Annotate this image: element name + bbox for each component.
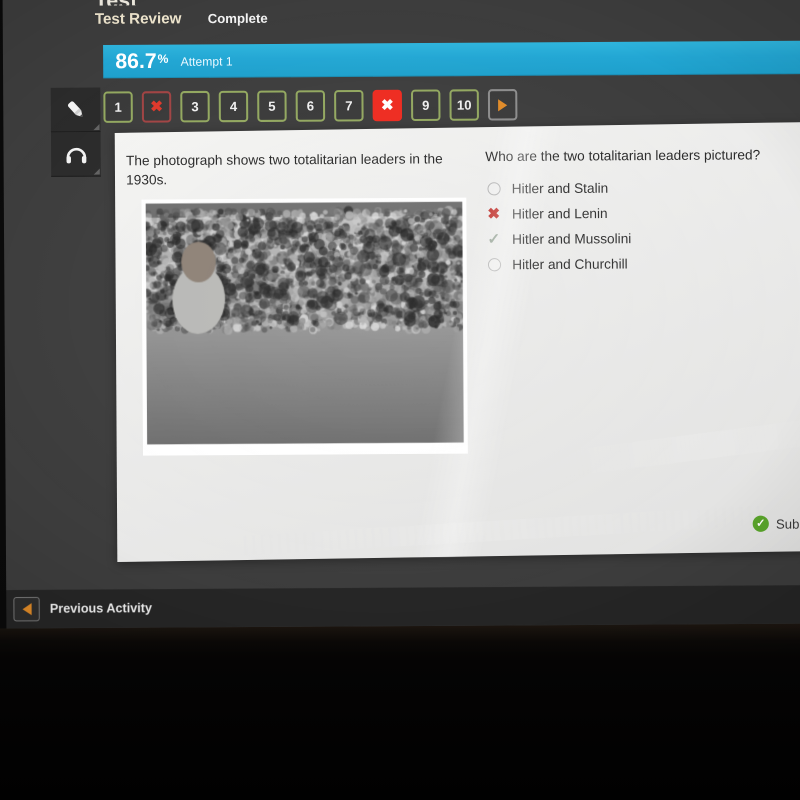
- question-content-card: The photograph shows two totalitarian le…: [114, 122, 800, 563]
- green-check-circle-icon: ✓: [752, 515, 769, 532]
- qnav-button-4[interactable]: 4: [218, 90, 249, 123]
- answer-option-label: Hitler and Lenin: [511, 205, 608, 222]
- qnav-label: 5: [268, 98, 276, 114]
- qnav-button-2[interactable]: ✖: [141, 91, 172, 123]
- submit-label: Subm: [775, 515, 800, 532]
- photo-of-screen-frame: Test Test Review Complete 86.7 % Attempt…: [0, 0, 800, 800]
- qnav-button-5[interactable]: 5: [257, 90, 287, 122]
- radio-empty-icon: [485, 181, 501, 197]
- page-title: Test: [95, 0, 800, 6]
- qnav-button-8-current[interactable]: ✖: [372, 89, 403, 122]
- x-icon: ✖: [380, 96, 394, 115]
- annotation-tool-button[interactable]: [50, 87, 101, 133]
- test-review-label: Test Review: [94, 10, 182, 28]
- monitor-screen: Test Test Review Complete 86.7 % Attempt…: [0, 0, 800, 629]
- answer-option-3-correct[interactable]: ✓ Hitler and Mussolini: [486, 225, 795, 252]
- score-value: 86.7: [115, 49, 157, 74]
- triangle-right-icon: [498, 98, 508, 111]
- answer-option-2-selected-wrong[interactable]: ✖ Hitler and Lenin: [486, 200, 795, 227]
- x-icon: ✖: [150, 98, 163, 116]
- page-header: Test Test Review Complete: [95, 0, 800, 28]
- answer-option-label: Hitler and Churchill: [512, 256, 628, 273]
- bottom-activity-bar: Previous Activity: [0, 585, 800, 629]
- headphones-icon: [63, 141, 89, 167]
- previous-activity-label: Previous Activity: [49, 601, 153, 617]
- qnav-button-7[interactable]: 7: [334, 89, 364, 122]
- tool-rail: [50, 87, 101, 177]
- radio-empty-icon: [486, 257, 502, 273]
- answer-option-label: Hitler and Mussolini: [512, 231, 632, 247]
- qnav-label: 4: [229, 98, 238, 115]
- qnav-label: 3: [191, 99, 199, 115]
- qnav-button-9[interactable]: 9: [410, 89, 441, 122]
- answer-option-label: Hitler and Stalin: [511, 180, 609, 197]
- answers-column: Who are the two totalitarian leaders pic…: [485, 145, 794, 277]
- question-navigation: 1 ✖ 3 4 5 6 7 ✖ 9 10: [103, 89, 518, 123]
- question-column: The photograph shows two totalitarian le…: [126, 149, 477, 456]
- submit-status[interactable]: ✓ Subm: [752, 515, 800, 532]
- qnav-label: 9: [422, 97, 430, 113]
- status-badge: Complete: [207, 10, 268, 27]
- qnav-button-6[interactable]: 6: [295, 90, 326, 122]
- x-mark-icon: ✖: [487, 205, 501, 223]
- qnav-label: 10: [456, 97, 472, 113]
- attempt-score-bar[interactable]: 86.7 % Attempt 1: [103, 40, 800, 79]
- qnav-button-3[interactable]: 3: [180, 90, 210, 123]
- triangle-left-icon: [21, 603, 32, 616]
- score-percent-symbol: %: [157, 51, 169, 66]
- qnav-button-1[interactable]: 1: [103, 91, 133, 123]
- audio-tool-button[interactable]: [50, 132, 101, 177]
- pencil-highlighter-icon: [62, 96, 88, 122]
- qnav-button-10[interactable]: 10: [449, 89, 479, 121]
- previous-activity-button[interactable]: [13, 596, 40, 622]
- answer-option-4[interactable]: Hitler and Churchill: [486, 250, 795, 277]
- photograph-canvas: [145, 201, 464, 445]
- attempt-label: Attempt 1: [180, 53, 233, 69]
- qnav-label: 7: [345, 98, 353, 114]
- question-photograph: [141, 197, 468, 456]
- question-prompt: The photograph shows two totalitarian le…: [125, 151, 443, 188]
- answer-option-1[interactable]: Hitler and Stalin: [485, 174, 794, 201]
- qnav-label: 1: [114, 99, 122, 115]
- qnav-label: 6: [306, 98, 315, 114]
- answer-prompt: Who are the two totalitarian leaders pic…: [485, 147, 761, 165]
- check-mark-icon: ✓: [487, 230, 501, 249]
- qnav-next-button[interactable]: [487, 89, 518, 121]
